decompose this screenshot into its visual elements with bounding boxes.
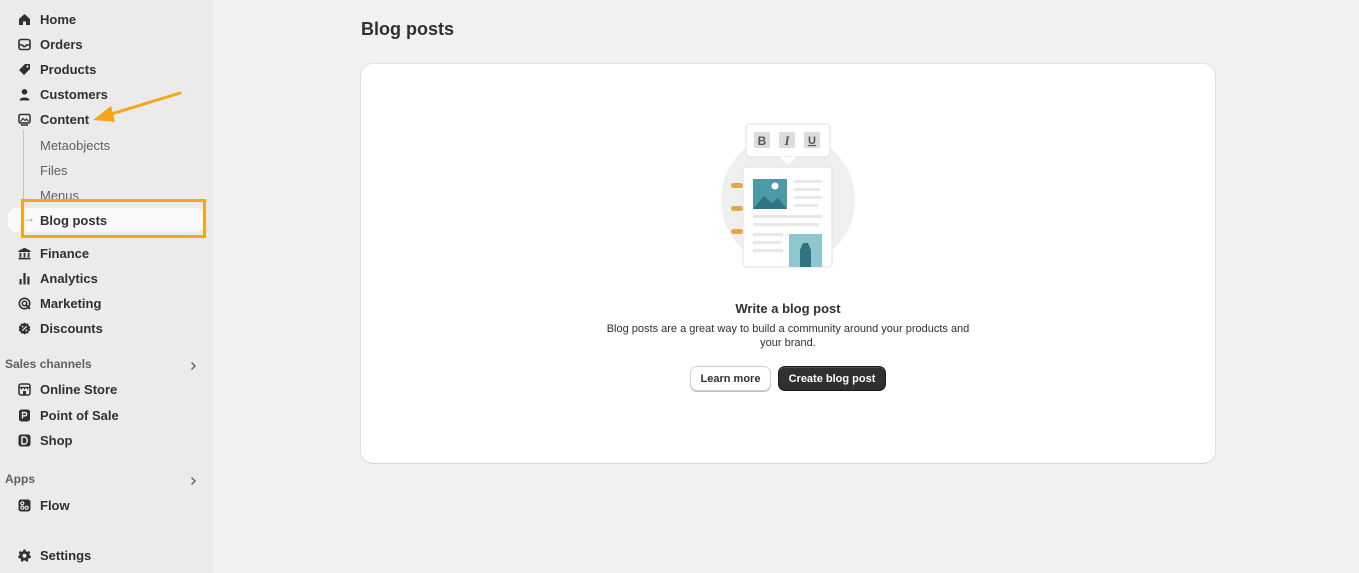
nav-discounts-label: Discounts: [40, 320, 103, 336]
annotation-highlight-box: [21, 199, 206, 238]
nav-point-of-sale-label: Point of Sale: [40, 407, 119, 423]
target-icon: [17, 296, 31, 310]
underline-glyph: U: [808, 135, 816, 147]
nav-products[interactable]: Products: [8, 57, 204, 81]
nav-shop[interactable]: Shop: [8, 428, 204, 452]
nav-discounts[interactable]: Discounts: [8, 316, 204, 340]
inbox-icon: [17, 37, 31, 51]
empty-state-heading: Write a blog post: [735, 301, 841, 316]
apps-heading: Apps: [5, 472, 35, 486]
nav-online-store-label: Online Store: [40, 381, 118, 397]
nav-home-label: Home: [40, 11, 77, 27]
nav-finance[interactable]: Finance: [8, 241, 204, 265]
store-icon: [17, 382, 31, 396]
nav-flow-label: Flow: [40, 497, 70, 513]
chevron-right-icon[interactable]: [188, 476, 198, 486]
create-blog-post-button[interactable]: Create blog post: [778, 366, 886, 391]
nav-settings-label: Settings: [40, 547, 92, 563]
nav-files-label: Files: [40, 163, 68, 178]
image-icon: [17, 112, 31, 126]
sales-channels-heading: Sales channels: [5, 357, 92, 371]
chevron-right-icon[interactable]: [188, 361, 198, 371]
nav-content[interactable]: Content: [8, 107, 204, 131]
blog-post-illustration: B I U: [721, 123, 855, 268]
nav-point-of-sale[interactable]: Point of Sale: [8, 403, 204, 427]
nav-home[interactable]: Home: [8, 7, 204, 31]
tag-icon: [17, 62, 31, 76]
person-icon: [17, 87, 31, 101]
learn-more-button[interactable]: Learn more: [690, 366, 771, 391]
home-icon: [17, 12, 31, 26]
page-title: Blog posts: [361, 19, 454, 39]
nav-finance-label: Finance: [40, 245, 90, 261]
gear-icon: [17, 548, 31, 562]
nav-files[interactable]: Files: [8, 158, 204, 182]
nav-flow[interactable]: Flow: [8, 493, 204, 517]
flow-icon: [17, 498, 31, 512]
bank-icon: [17, 246, 31, 260]
nav-metaobjects-label: Metaobjects: [40, 138, 111, 153]
nav-marketing[interactable]: Marketing: [8, 291, 204, 315]
bar-chart-icon: [17, 271, 31, 285]
nav-customers[interactable]: Customers: [8, 82, 204, 106]
nav-products-label: Products: [40, 61, 97, 77]
sidebar: Home Orders Products Customers Content M…: [0, 0, 213, 573]
nav-online-store[interactable]: Online Store: [8, 377, 204, 401]
italic-glyph: I: [783, 133, 790, 148]
nav-orders[interactable]: Orders: [8, 32, 204, 56]
nav-settings[interactable]: Settings: [8, 543, 204, 567]
empty-state-description: Blog posts are a great way to build a co…: [606, 323, 970, 349]
discount-icon: [17, 321, 31, 335]
nav-analytics[interactable]: Analytics: [8, 266, 204, 290]
pos-icon: [17, 408, 31, 422]
nav-analytics-label: Analytics: [40, 270, 98, 286]
nav-orders-label: Orders: [40, 36, 83, 52]
bold-glyph: B: [758, 134, 767, 148]
nav-marketing-label: Marketing: [40, 295, 102, 311]
nav-shop-label: Shop: [40, 432, 73, 448]
shop-icon: [17, 433, 31, 447]
nav-content-label: Content: [40, 111, 90, 127]
empty-state-card: B I U Write a blog post Blog posts are a…: [361, 64, 1215, 463]
nav-metaobjects[interactable]: Metaobjects: [8, 133, 204, 157]
nav-customers-label: Customers: [40, 86, 108, 102]
